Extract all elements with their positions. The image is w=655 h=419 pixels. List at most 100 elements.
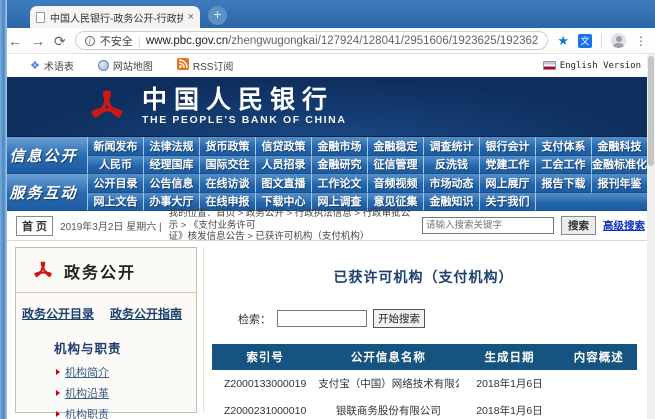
- sidebar: 人 人 人 政务公开 政务公开目录 政务公开指南 机构与职责机构简介机构沿革机构…: [15, 247, 197, 413]
- home-button[interactable]: 首 页: [16, 216, 53, 236]
- nav-item[interactable]: 公告信息: [144, 174, 200, 193]
- breadcrumb: 我的位置：首页 > 政务公开 > 行政执法信息 > 行政审批公示 > 《支付业务…: [169, 208, 415, 244]
- nav-item[interactable]: 国际交往: [200, 156, 256, 175]
- address-bar[interactable]: i 不安全 | www.pbc.gov.cn/zhengwugongkai/12…: [75, 31, 549, 50]
- profile-avatar[interactable]: [611, 33, 626, 48]
- bookmark-star-icon[interactable]: ★: [557, 33, 569, 49]
- filter-input[interactable]: [277, 310, 367, 327]
- nav-item[interactable]: 信贷政策: [256, 137, 312, 156]
- nav-item[interactable]: 金融市场: [312, 137, 368, 156]
- nav-item[interactable]: 金融标准化: [592, 156, 648, 175]
- nav-item[interactable]: 公开目录: [88, 174, 144, 193]
- nav-item[interactable]: 网上展厅: [480, 174, 536, 193]
- nav-item[interactable]: 人员招录: [256, 156, 312, 175]
- nav-cell-empty: [592, 193, 648, 212]
- sitemap-label: 网站地图: [113, 58, 153, 73]
- sidebar-item-label[interactable]: 机构职责: [65, 406, 109, 419]
- table-cell: Z2000133000019: [212, 370, 318, 397]
- info-icon[interactable]: i: [85, 36, 95, 46]
- nav-item[interactable]: 报刊年鉴: [592, 174, 648, 193]
- table-filter-row: 检索： 开始搜索: [238, 309, 643, 328]
- nav-item[interactable]: 货币政策: [200, 137, 256, 156]
- nav-item[interactable]: 金融知识: [424, 193, 480, 212]
- search-button[interactable]: 搜索: [561, 216, 596, 235]
- column-header: 内容概述: [561, 344, 638, 370]
- triangle-bullet-icon: [56, 411, 60, 417]
- filter-label: 检索：: [238, 311, 271, 327]
- page-body: 人 人 人 政务公开 政务公开目录 政务公开指南 机构与职责机构简介机构沿革机构…: [0, 241, 655, 413]
- page-title: 已获许可机构（支付机构）: [204, 267, 643, 287]
- table-cell: 支付宝（中国）网络技术有限公司: [318, 370, 458, 397]
- sidebar-sections: 机构与职责机构简介机构沿革机构职责机构设置法规政策法律法规: [16, 332, 196, 419]
- nav-item[interactable]: 音频视频: [368, 174, 424, 193]
- url-host: www.pbc.gov.cn: [146, 35, 228, 47]
- nav-item[interactable]: 人民币: [88, 156, 144, 175]
- nav-item[interactable]: 支付体系: [536, 137, 592, 156]
- nav-item[interactable]: 金融研究: [312, 156, 368, 175]
- nav-item[interactable]: 工会工作: [536, 156, 592, 175]
- not-secure-label: 不安全: [100, 33, 133, 49]
- table-row[interactable]: Z2000231000010银联商务股份有限公司2018年1月6日: [212, 397, 637, 419]
- nav-item[interactable]: 反洗钱: [424, 156, 480, 175]
- main-nav: 信息公开新闻发布法律法规货币政策信贷政策金融市场金融稳定调查统计银行会计支付体系…: [0, 137, 648, 211]
- nav-item[interactable]: 新闻发布: [88, 137, 144, 156]
- rss-link[interactable]: RSS订阅: [177, 58, 234, 73]
- page-scrollbar[interactable]: [647, 54, 655, 419]
- nav-item[interactable]: 金融稳定: [368, 137, 424, 156]
- sidebar-item[interactable]: 机构职责: [16, 403, 196, 419]
- column-header: 公开信息名称: [318, 344, 458, 370]
- browser-tab[interactable]: 中国人民银行-政务公开-行政执法信息 ×: [30, 6, 200, 28]
- sidebar-item-label[interactable]: 机构沿革: [65, 385, 109, 401]
- sidebar-item[interactable]: 机构简介: [16, 361, 196, 382]
- sidebar-item[interactable]: 机构沿革: [16, 382, 196, 403]
- glossary-link[interactable]: ❖ 术语表: [30, 58, 74, 73]
- new-tab-button[interactable]: +: [208, 6, 227, 25]
- nav-item[interactable]: 银行会计: [480, 137, 536, 156]
- advanced-search-link[interactable]: 高级搜索: [603, 218, 645, 233]
- site-utility-bar: ❖ 术语表 网站地图 RSS订阅 English Version: [0, 54, 655, 77]
- nav-item[interactable]: 经理国库: [144, 156, 200, 175]
- rss-label: RSS订阅: [193, 58, 234, 73]
- compass-icon: ❖: [30, 59, 40, 72]
- forward-icon[interactable]: →: [31, 34, 45, 48]
- nav-item[interactable]: 党建工作: [480, 156, 536, 175]
- translate-icon[interactable]: 文: [578, 34, 592, 48]
- rss-icon: [177, 58, 189, 73]
- nav-group-1[interactable]: 服务互动: [0, 174, 88, 211]
- nav-item[interactable]: 工作论文: [312, 174, 368, 193]
- nav-item[interactable]: 调查统计: [424, 137, 480, 156]
- english-version-link[interactable]: English Version: [543, 61, 641, 71]
- sidebar-item-label[interactable]: 机构简介: [65, 364, 109, 380]
- tab-close-icon[interactable]: ×: [188, 11, 194, 23]
- toolbar-divider: [601, 34, 602, 48]
- column-header: 生成日期: [459, 344, 561, 370]
- url-text[interactable]: www.pbc.gov.cn/zhengwugongkai/127924/128…: [146, 35, 538, 47]
- sidebar-link-guide[interactable]: 政务公开指南: [110, 305, 182, 322]
- start-search-button[interactable]: 开始搜索: [373, 309, 425, 328]
- nav-item[interactable]: 市场动态: [424, 174, 480, 193]
- table-row[interactable]: Z2000133000019支付宝（中国）网络技术有限公司2018年1月6日: [212, 370, 637, 397]
- bank-header-banner: 人 人 人 中国人民银行 THE PEOPLE'S BANK OF CHINA: [0, 77, 655, 137]
- nav-item[interactable]: 报告下载: [536, 174, 592, 193]
- nav-item[interactable]: 图文直播: [256, 174, 312, 193]
- site-search-input[interactable]: [422, 217, 554, 234]
- nav-item[interactable]: 法律法规: [144, 137, 200, 156]
- breadcrumb-bar: 首 页 2019年3月2日 星期六 | 我的位置：首页 > 政务公开 > 行政执…: [0, 211, 655, 241]
- scrollbar-thumb[interactable]: [648, 56, 654, 166]
- main-content: 已获许可机构（支付机构） 检索： 开始搜索 索引号公开信息名称生成日期内容概述 …: [203, 247, 643, 413]
- nav-item[interactable]: 在线访谈: [200, 174, 256, 193]
- triangle-bullet-icon: [56, 390, 60, 396]
- sitemap-link[interactable]: 网站地图: [98, 58, 153, 73]
- reload-icon[interactable]: ⟳: [54, 34, 66, 48]
- sidebar-link-catalog[interactable]: 政务公开目录: [22, 305, 94, 322]
- globe-icon: [98, 60, 109, 71]
- table-cell: 2018年1月6日: [459, 370, 561, 397]
- bank-name-cn: 中国人民银行: [142, 87, 347, 113]
- nav-item[interactable]: 征信管理: [368, 156, 424, 175]
- nav-item[interactable]: 网上文告: [88, 193, 144, 212]
- nav-item[interactable]: 金融科技: [592, 137, 648, 156]
- nav-group-0[interactable]: 信息公开: [0, 137, 88, 174]
- nav-item[interactable]: 关于我们: [480, 193, 536, 212]
- back-icon[interactable]: ←: [8, 34, 22, 48]
- menu-kebab-icon[interactable]: ⋮: [635, 34, 647, 48]
